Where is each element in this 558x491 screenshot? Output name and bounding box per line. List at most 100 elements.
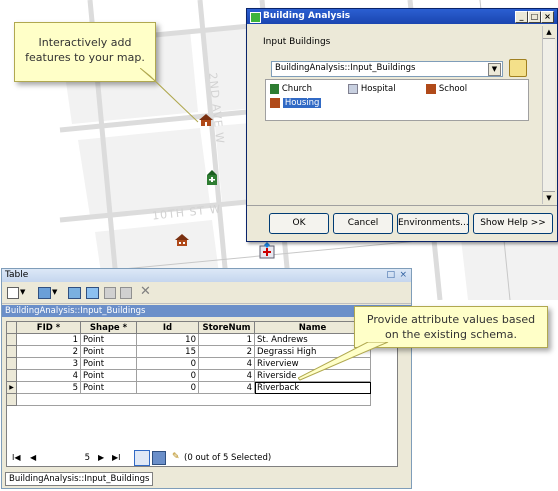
template-item-school[interactable]: School [426,84,467,96]
cell-name-editing[interactable]: Riverback [255,382,371,394]
cell-storenum[interactable]: 4 [199,382,255,394]
chevron-down-icon[interactable]: ▼ [52,288,57,296]
dialog-title: Building Analysis [263,11,351,21]
housing-icon[interactable] [198,113,214,127]
dialog-titlebar[interactable]: Building Analysis _ □ × [247,9,557,24]
dialog-scrollbar[interactable]: ▲ ▼ [542,26,555,204]
column-header-fid[interactable]: FID * [17,322,81,334]
delete-selected-icon[interactable]: ✕ [140,284,151,299]
row-selector-header [7,322,17,334]
chevron-down-icon[interactable]: ▼ [20,288,25,296]
church-icon[interactable] [205,169,219,185]
show-all-records-icon[interactable] [134,450,150,466]
template-label: Hospital [360,84,396,94]
column-header-shape[interactable]: Shape * [81,322,137,334]
first-record-icon[interactable]: I◀ [12,453,21,462]
template-item-housing[interactable]: Housing [270,98,322,110]
table-titlebar[interactable]: Table □ × [2,269,411,282]
row-selector[interactable] [7,346,17,358]
scroll-down-icon[interactable]: ▼ [543,191,555,204]
input-buildings-label: Input Buildings [263,37,331,47]
maximize-button[interactable]: □ [528,11,541,23]
school-icon [426,84,436,94]
dialog-divider [247,205,557,206]
cell-fid[interactable]: 3 [17,358,81,370]
template-item-church[interactable]: Church [270,84,312,96]
input-buildings-dropdown[interactable]: BuildingAnalysis::Input_Buildings ▼ [271,61,503,77]
hospital-icon[interactable] [258,242,276,260]
callout-pointer [140,68,199,123]
chevron-down-icon[interactable]: ▼ [488,63,501,76]
cell-fid[interactable]: 1 [17,334,81,346]
template-label: School [438,84,468,94]
column-header-storenum[interactable]: StoreNum [199,322,255,334]
row-selector[interactable] [7,394,17,406]
table-layer-tab[interactable]: BuildingAnalysis::Input_Buildings [2,305,411,317]
row-selector[interactable] [7,334,17,346]
toolbox-icon [250,12,261,23]
cell-id[interactable]: 0 [137,382,199,394]
record-navigation-bar: I◀ ◀ 5 ▶ ▶I ✎ (0 out of 5 Selected) [6,449,406,469]
cell-fid[interactable]: 5 [17,382,81,394]
callout-add-features: Interactively add features to your map. [14,22,156,82]
cell-storenum[interactable]: 2 [199,346,255,358]
cell-storenum[interactable]: 4 [199,370,255,382]
ok-button[interactable]: OK [269,213,329,234]
cell-shape[interactable]: Point [81,334,137,346]
current-record-field[interactable]: 5 [44,452,90,464]
cell-storenum[interactable]: 1 [199,334,255,346]
zoom-to-selected-icon[interactable] [120,287,132,299]
current-row-arrow-icon[interactable]: ▶ [7,382,17,394]
hospital-icon [348,84,358,94]
table-toolbar: ▼ ▼ ✕ [2,283,411,304]
next-record-icon[interactable]: ▶ [98,453,104,462]
cell-shape[interactable]: Point [81,358,137,370]
restore-button[interactable]: □ [386,269,395,282]
cancel-button[interactable]: Cancel [333,213,393,234]
cell-id[interactable]: 10 [137,334,199,346]
column-header-id[interactable]: Id [137,322,199,334]
cell-id[interactable]: 15 [137,346,199,358]
table-window-title: Table [5,270,29,280]
previous-record-icon[interactable]: ◀ [30,453,36,462]
bottom-table-tab[interactable]: BuildingAnalysis::Input_Buildings [5,472,154,486]
template-item-hospital[interactable]: Hospital [348,84,396,96]
selection-status: (0 out of 5 Selected) [184,453,272,463]
close-button[interactable]: × [399,269,407,282]
callout-text: Interactively add features to your map. [25,36,145,64]
open-folder-icon[interactable] [509,59,527,77]
new-row[interactable] [17,394,371,406]
switch-selection-icon[interactable] [86,287,99,299]
cell-shape[interactable]: Point [81,346,137,358]
show-selected-records-icon[interactable] [152,451,166,465]
church-icon [270,84,279,94]
cell-fid[interactable]: 4 [17,370,81,382]
table-options-icon[interactable] [7,287,19,299]
scroll-up-icon[interactable]: ▲ [543,26,555,39]
dropdown-value: BuildingAnalysis::Input_Buildings [275,63,416,73]
cell-fid[interactable]: 2 [17,346,81,358]
minimize-button[interactable]: _ [515,11,528,23]
select-by-attributes-icon[interactable] [68,287,81,299]
cell-id[interactable]: 0 [137,358,199,370]
callout-pointer [298,342,389,381]
template-label-selected: Housing [282,98,322,108]
last-record-icon[interactable]: ▶I [112,453,121,462]
school-icon[interactable] [174,233,190,247]
housing-icon [270,98,280,108]
close-button[interactable]: × [541,11,554,23]
row-selector[interactable] [7,358,17,370]
callout-text: Provide attribute values based on the ex… [366,313,536,341]
environments-button[interactable]: Environments... [397,213,469,234]
row-selector[interactable] [7,370,17,382]
building-analysis-dialog: Building Analysis _ □ × Input Buildings … [246,8,558,242]
clear-selection-icon[interactable] [104,287,116,299]
show-help-button[interactable]: Show Help >> [473,213,553,234]
cell-id[interactable]: 0 [137,370,199,382]
cell-shape[interactable]: Point [81,370,137,382]
cell-storenum[interactable]: 4 [199,358,255,370]
template-label: Church [281,84,312,94]
related-tables-icon[interactable] [38,287,51,299]
cell-shape[interactable]: Point [81,382,137,394]
pencil-icon: ✎ [172,452,180,462]
